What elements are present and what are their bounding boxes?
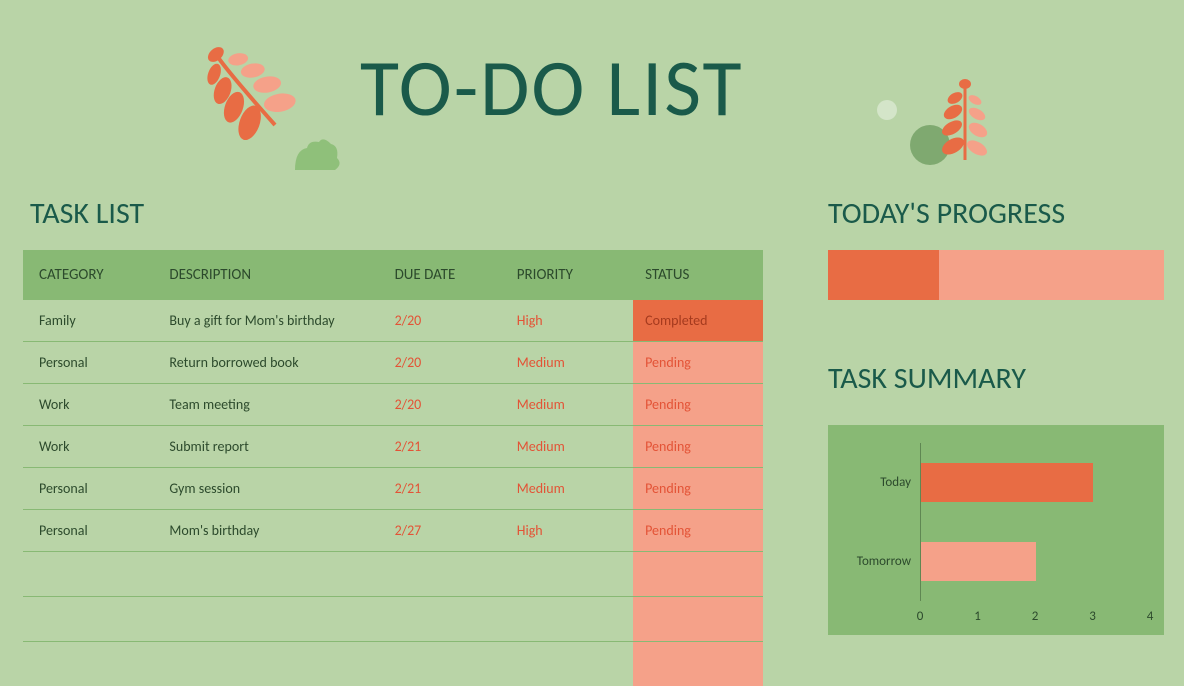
cell-due-date[interactable]: 2/21 (383, 468, 505, 510)
table-row[interactable]: PersonalGym session2/21MediumPending (23, 468, 763, 510)
cell-status-empty (633, 597, 763, 642)
table-row-empty (23, 552, 763, 597)
cell-priority[interactable]: Medium (505, 342, 633, 384)
table-row-empty (23, 642, 763, 686)
page-title: TO-DO LIST (360, 40, 743, 137)
table-row[interactable]: WorkTeam meeting2/20MediumPending (23, 384, 763, 426)
cell-category[interactable]: Personal (23, 342, 157, 384)
cell-priority[interactable]: Medium (505, 384, 633, 426)
leaf-decoration-left (185, 35, 355, 190)
cell-status[interactable]: Pending (633, 342, 763, 384)
table-row-empty (23, 597, 763, 642)
cell-description[interactable]: Team meeting (157, 384, 382, 426)
cell-status-empty (633, 552, 763, 597)
cell-description[interactable]: Mom's birthday (157, 510, 382, 552)
progress-heading: TODAY'S PROGRESS (828, 195, 1065, 232)
task-table: CATEGORY DESCRIPTION DUE DATE PRIORITY S… (23, 250, 763, 686)
cell-description[interactable]: Submit report (157, 426, 382, 468)
cell-due-date[interactable]: 2/21 (383, 426, 505, 468)
chart-bar-row: Today (921, 463, 1150, 503)
task-summary-chart: Today Tomorrow 0 1 2 3 4 (828, 425, 1164, 635)
cell-category[interactable]: Work (23, 426, 157, 468)
dot-decoration (877, 100, 897, 120)
progress-bar (828, 250, 1164, 300)
cell-category[interactable]: Family (23, 300, 157, 342)
table-row[interactable]: WorkSubmit report2/21MediumPending (23, 426, 763, 468)
chart-x-tick: 0 (917, 609, 924, 624)
table-row[interactable]: PersonalReturn borrowed book2/20MediumPe… (23, 342, 763, 384)
cell-category[interactable]: Personal (23, 468, 157, 510)
chart-bar-row: Tomorrow (921, 542, 1150, 582)
chart-x-tick: 4 (1147, 609, 1154, 624)
chart-bar (921, 463, 1093, 503)
cell-status[interactable]: Pending (633, 510, 763, 552)
cell-description[interactable]: Gym session (157, 468, 382, 510)
cell-description[interactable]: Return borrowed book (157, 342, 382, 384)
cell-priority[interactable]: Medium (505, 468, 633, 510)
chart-x-tick: 2 (1032, 609, 1039, 624)
table-row[interactable]: PersonalMom's birthday2/27HighPending (23, 510, 763, 552)
cell-priority[interactable]: High (505, 510, 633, 552)
col-category[interactable]: CATEGORY (23, 250, 157, 300)
col-description[interactable]: DESCRIPTION (157, 250, 382, 300)
chart-bar-label: Tomorrow (857, 554, 911, 569)
cell-status[interactable]: Pending (633, 384, 763, 426)
cell-due-date[interactable]: 2/20 (383, 342, 505, 384)
table-header-row: CATEGORY DESCRIPTION DUE DATE PRIORITY S… (23, 250, 763, 300)
cell-due-date[interactable]: 2/20 (383, 384, 505, 426)
cell-status[interactable]: Completed (633, 300, 763, 342)
col-due-date[interactable]: DUE DATE (383, 250, 505, 300)
summary-heading: TASK SUMMARY (828, 360, 1026, 397)
cell-priority[interactable]: Medium (505, 426, 633, 468)
table-row[interactable]: FamilyBuy a gift for Mom's birthday2/20H… (23, 300, 763, 342)
cell-due-date[interactable]: 2/20 (383, 300, 505, 342)
chart-bar (921, 542, 1036, 582)
cell-category[interactable]: Personal (23, 510, 157, 552)
cell-description[interactable]: Buy a gift for Mom's birthday (157, 300, 382, 342)
cell-status[interactable]: Pending (633, 468, 763, 510)
chart-x-tick: 3 (1089, 609, 1096, 624)
task-list-heading: TASK LIST (30, 195, 144, 232)
leaf-decoration-right (930, 70, 1000, 175)
cell-status[interactable]: Pending (633, 426, 763, 468)
cell-priority[interactable]: High (505, 300, 633, 342)
progress-bar-fill (828, 250, 939, 300)
cell-category[interactable]: Work (23, 384, 157, 426)
cell-status-empty (633, 642, 763, 686)
chart-bar-label: Today (880, 475, 911, 490)
cell-due-date[interactable]: 2/27 (383, 510, 505, 552)
chart-x-tick: 1 (974, 609, 981, 624)
col-status[interactable]: STATUS (633, 250, 763, 300)
col-priority[interactable]: PRIORITY (505, 250, 633, 300)
